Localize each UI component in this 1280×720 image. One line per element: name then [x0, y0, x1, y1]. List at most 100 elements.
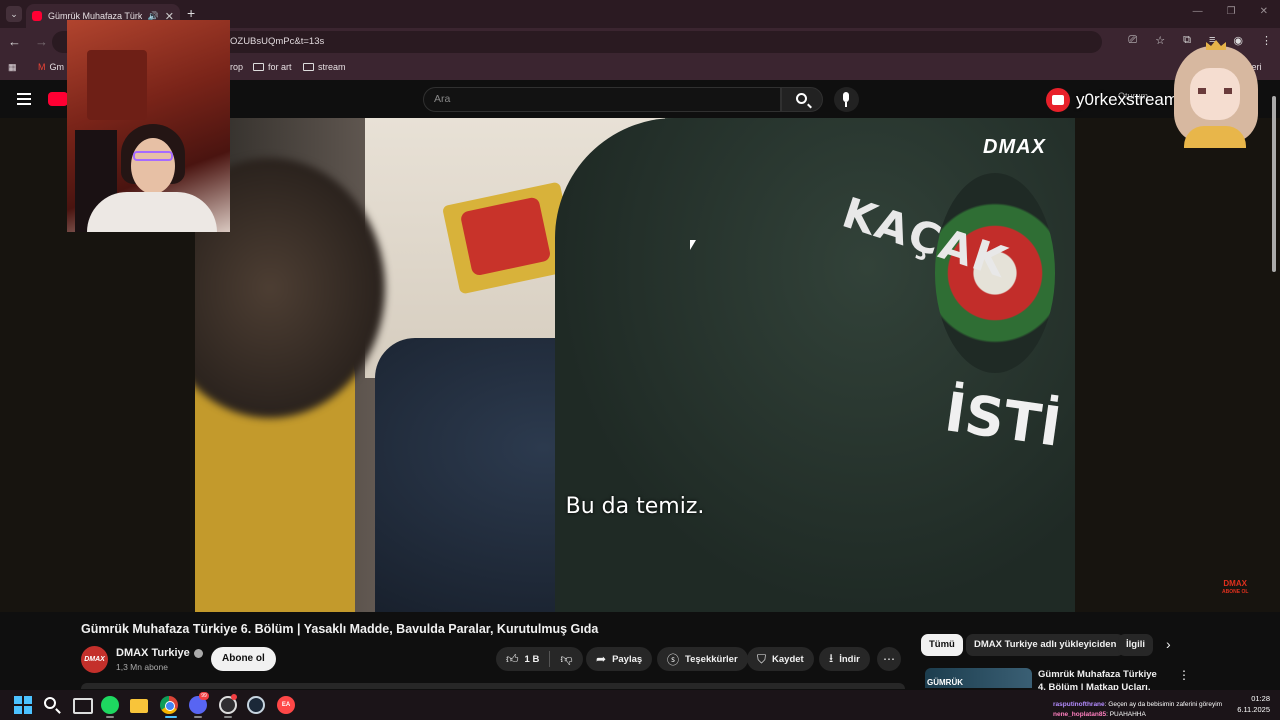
video-title: Gümrük Muhafaza Türkiye 6. Bölüm | Yasak… — [81, 622, 599, 636]
download-button[interactable]: ⭳ İndir — [819, 647, 870, 671]
vtuber-face — [1190, 68, 1240, 120]
webcam-shirt — [87, 192, 217, 232]
running-indicator — [194, 716, 202, 718]
thanks-dollar-icon: ⓢ — [667, 652, 680, 667]
running-indicator — [224, 716, 232, 718]
youtube-brand-icon — [1046, 88, 1070, 112]
restore-button[interactable]: ❐ — [1227, 6, 1236, 17]
subscriber-count: 1,3 Mn abone — [116, 662, 168, 672]
chat-line: nene_hoplatan85: PUAHAHHA — [1053, 710, 1222, 720]
channel-name[interactable]: DMAX Turkiye — [116, 647, 203, 659]
webcam-overlay — [67, 20, 230, 232]
clock-date: 6.11.2025 — [1237, 705, 1270, 714]
vtuber-top — [1184, 126, 1246, 148]
thumbs-up-icon[interactable]: 👍︎ — [506, 652, 519, 667]
save-button[interactable]: ⛉ Kaydet — [747, 647, 814, 671]
like-divider — [549, 651, 551, 667]
verified-check-icon — [193, 648, 203, 658]
search-icon — [796, 93, 807, 104]
scrollbar-thumb[interactable] — [1272, 96, 1276, 272]
video-player[interactable]: KAÇAK İSTİ DMAX Bu da temiz. — [195, 118, 1075, 612]
dmax-subscribe-badge[interactable]: DMAX ABONE OL — [1222, 580, 1248, 596]
voice-search-mic-icon[interactable] — [834, 87, 859, 112]
subscribe-button[interactable]: Abone ol — [211, 647, 276, 671]
chip-related[interactable]: İlgili — [1118, 634, 1153, 656]
channel-avatar[interactable]: DMAX — [81, 646, 108, 673]
spotify-icon[interactable] — [101, 696, 119, 714]
description-box[interactable] — [81, 683, 905, 689]
file-explorer-icon[interactable] — [130, 699, 148, 713]
bookmark-label: stream — [318, 62, 346, 72]
chat-message: : PUAHAHHA — [1106, 711, 1146, 718]
hamburger-menu-icon[interactable] — [17, 93, 31, 105]
system-clock[interactable]: 01:28 6.11.2025 — [1226, 693, 1270, 715]
tab-search-button[interactable]: ⌄ — [6, 6, 22, 22]
bookmark-icon: ⛉ — [757, 651, 767, 666]
folder-icon — [303, 63, 314, 71]
chrome-icon[interactable] — [160, 696, 178, 714]
recommendation-title[interactable]: Gümrük Muhafaza Türkiye 4. Bölüm | Matka… — [1038, 668, 1164, 690]
chip-all[interactable]: Tümü — [921, 634, 963, 656]
recording-dot-icon — [231, 694, 237, 700]
more-actions-icon[interactable]: ⋯ — [877, 647, 901, 671]
bookmark-label: Gm — [49, 62, 65, 72]
taskbar-search-icon[interactable] — [43, 696, 61, 714]
forward-arrow-icon[interactable]: → — [35, 34, 48, 49]
save-label: Kaydet — [772, 653, 804, 665]
share-label: Paylaş — [612, 653, 643, 665]
recommendation-menu-icon[interactable]: ⋮ — [1178, 668, 1190, 682]
nav-buttons: ← → — [8, 34, 48, 49]
minimize-button[interactable]: — — [1193, 6, 1203, 17]
chat-user: rasputinofthrane — [1053, 701, 1105, 708]
youtube-favicon-icon — [32, 11, 42, 21]
folder-icon — [253, 63, 264, 71]
vtuber-avatar — [1172, 40, 1260, 148]
like-count[interactable]: 1 B — [525, 654, 540, 665]
vtuber-eyes — [1198, 88, 1232, 94]
mouse-cursor-icon — [690, 240, 696, 250]
chat-line: rasputinofthrane: Geçen ay da bebisimin … — [1053, 700, 1222, 710]
stream-overlay-brand: y0rkexstream — [1046, 88, 1178, 112]
steam-icon[interactable] — [247, 696, 265, 714]
youtube-logo-icon[interactable] — [48, 92, 68, 106]
url-text: OZUBsUQmPc&t=13s — [230, 36, 325, 47]
obs-icon[interactable] — [219, 694, 237, 714]
badge-brand: DMAX — [1223, 579, 1247, 588]
windows-start-icon[interactable] — [14, 696, 32, 714]
task-view-icon[interactable] — [72, 696, 93, 714]
dmax-watermark: DMAX — [983, 136, 1046, 158]
cast-icon[interactable]: ⎚ — [1128, 34, 1137, 47]
clock-time: 01:28 — [1251, 694, 1270, 703]
webcam-glasses — [133, 151, 173, 161]
chevron-right-icon[interactable]: › — [1166, 636, 1171, 652]
badge-subscribe: ABONE OL — [1222, 589, 1249, 595]
thumbs-down-icon[interactable]: 👎︎ — [560, 652, 572, 667]
search-input[interactable]: Ara — [423, 87, 781, 112]
chat-user: nene_hoplatan85 — [1053, 711, 1107, 718]
bookmark-star-icon[interactable]: ☆ — [1155, 34, 1165, 47]
stream-chat-overlay: rasputinofthrane: Geçen ay da bebisimin … — [1053, 700, 1222, 720]
new-tab-button[interactable]: + — [187, 5, 195, 21]
bookmark-label: rop — [230, 62, 244, 72]
bookmark-gmail[interactable]: M Gm — [38, 62, 64, 72]
vtuber-crown-icon — [1206, 40, 1226, 50]
webcam-face — [131, 138, 175, 194]
thanks-button[interactable]: ⓢ Teşekkürler — [657, 647, 748, 671]
apps-grid-icon[interactable]: ▦ — [8, 62, 17, 73]
close-window-button[interactable]: ✕ — [1260, 6, 1268, 17]
discord-icon[interactable]: 99 — [189, 692, 209, 714]
share-button[interactable]: ➦ Paylaş — [586, 647, 653, 671]
search-button[interactable] — [781, 87, 823, 112]
ea-app-icon[interactable]: EA — [277, 696, 295, 714]
running-indicator — [165, 716, 177, 718]
back-arrow-icon[interactable]: ← — [8, 34, 21, 49]
page-scrollbar[interactable] — [1270, 82, 1278, 682]
bookmark-folder-for-art[interactable]: for art — [253, 62, 292, 72]
menu-kebab-icon[interactable]: ⋮ — [1261, 34, 1272, 47]
bookmark-folder[interactable]: rop — [230, 62, 243, 72]
recommendation-thumbnail[interactable]: GÜMRÜK — [925, 668, 1032, 688]
chip-from-uploader[interactable]: DMAX Turkiye adlı yükleyiciden — [966, 634, 1125, 656]
download-label: İndir — [839, 653, 860, 665]
webcam-poster — [87, 50, 147, 120]
bookmark-folder-stream[interactable]: stream — [303, 62, 346, 72]
